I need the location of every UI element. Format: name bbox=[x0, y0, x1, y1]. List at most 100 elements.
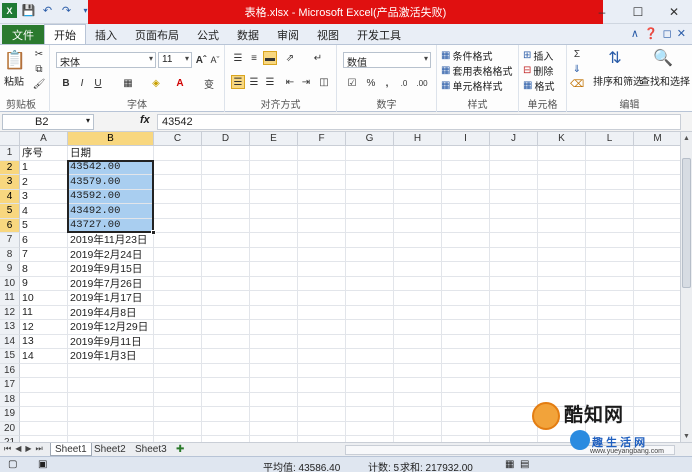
cell-f8[interactable] bbox=[298, 247, 346, 262]
cell-f12[interactable] bbox=[298, 305, 346, 320]
cell-j17[interactable] bbox=[490, 378, 538, 393]
format-as-table-button[interactable]: ▦ 套用表格格式 bbox=[441, 63, 512, 78]
cell-j6[interactable] bbox=[490, 218, 538, 233]
align-top-icon[interactable]: ☰ bbox=[231, 51, 245, 65]
cell-g9[interactable] bbox=[346, 262, 394, 277]
cell-d10[interactable] bbox=[202, 276, 250, 291]
cell-l12[interactable] bbox=[586, 305, 634, 320]
cell-g20[interactable] bbox=[346, 421, 394, 436]
cell-f14[interactable] bbox=[298, 334, 346, 349]
cell-i18[interactable] bbox=[442, 392, 490, 407]
decrease-decimal-icon[interactable]: .00 bbox=[415, 76, 429, 90]
align-middle-icon[interactable]: ≡ bbox=[247, 51, 261, 65]
cell-k4[interactable] bbox=[538, 189, 586, 204]
cell-g6[interactable] bbox=[346, 218, 394, 233]
cell-m7[interactable] bbox=[634, 233, 680, 248]
name-box[interactable]: B2 ▾ bbox=[2, 114, 94, 130]
cell-c6[interactable] bbox=[154, 218, 202, 233]
cell-a14[interactable]: 13 bbox=[20, 334, 68, 349]
cell-c19[interactable] bbox=[154, 407, 202, 422]
cell-c3[interactable] bbox=[154, 175, 202, 190]
cell-i14[interactable] bbox=[442, 334, 490, 349]
cell-j11[interactable] bbox=[490, 291, 538, 306]
cell-a12[interactable]: 11 bbox=[20, 305, 68, 320]
cell-d2[interactable] bbox=[202, 160, 250, 175]
insert-function-icon[interactable]: fx bbox=[140, 114, 150, 126]
cell-a5[interactable]: 4 bbox=[20, 204, 68, 219]
cell-h11[interactable] bbox=[394, 291, 442, 306]
row-header[interactable]: 20 bbox=[0, 421, 20, 436]
cell-c15[interactable] bbox=[154, 349, 202, 364]
row-header[interactable]: 18 bbox=[0, 392, 20, 407]
row-header[interactable]: 3 bbox=[0, 175, 20, 190]
sort-filter-button[interactable]: 排序和筛选 bbox=[593, 73, 643, 88]
save-icon[interactable]: 💾 bbox=[21, 3, 36, 18]
cell-h5[interactable] bbox=[394, 204, 442, 219]
cell-d18[interactable] bbox=[202, 392, 250, 407]
cell-e18[interactable] bbox=[250, 392, 298, 407]
cell-f19[interactable] bbox=[298, 407, 346, 422]
cell-j19[interactable] bbox=[490, 407, 538, 422]
tab-page-layout[interactable]: 页面布局 bbox=[126, 26, 188, 44]
cell-d19[interactable] bbox=[202, 407, 250, 422]
cell-j20[interactable] bbox=[490, 421, 538, 436]
cell-k16[interactable] bbox=[538, 363, 586, 378]
cell-l16[interactable] bbox=[586, 363, 634, 378]
cell-m3[interactable] bbox=[634, 175, 680, 190]
cell-i8[interactable] bbox=[442, 247, 490, 262]
cell-b15[interactable]: 2019年1月3日 bbox=[68, 349, 154, 364]
cell-e7[interactable] bbox=[250, 233, 298, 248]
cell-c13[interactable] bbox=[154, 320, 202, 335]
cell-a20[interactable] bbox=[20, 421, 68, 436]
cell-m13[interactable] bbox=[634, 320, 680, 335]
cell-k12[interactable] bbox=[538, 305, 586, 320]
column-header-i[interactable]: I bbox=[442, 132, 490, 146]
cell-m12[interactable] bbox=[634, 306, 680, 320]
cell-a15[interactable]: 14 bbox=[20, 349, 68, 364]
sheet-tab-sheet3[interactable]: Sheet3 bbox=[131, 443, 171, 456]
prev-sheet-icon[interactable]: ◀ bbox=[15, 444, 21, 454]
paste-icon[interactable]: 📋 bbox=[4, 48, 26, 72]
cell-b1[interactable]: 日期 bbox=[68, 146, 154, 161]
cell-h9[interactable] bbox=[394, 262, 442, 277]
redo-icon[interactable]: ↷ bbox=[59, 3, 74, 18]
cell-g2[interactable] bbox=[346, 160, 394, 175]
cell-k14[interactable] bbox=[538, 334, 586, 349]
cell-c2[interactable] bbox=[154, 160, 202, 175]
row-header[interactable]: 16 bbox=[0, 363, 20, 378]
tab-developer[interactable]: 开发工具 bbox=[348, 26, 410, 44]
worksheet-grid[interactable]: A B C D E F G H I J K L M 1 序号 日期 2 1 43542.00 3 2 43579.00 4 3… bbox=[0, 132, 680, 442]
cell-i3[interactable] bbox=[442, 175, 490, 190]
wrap-text-icon[interactable]: ↵ bbox=[311, 51, 325, 65]
cell-k2[interactable] bbox=[538, 160, 586, 175]
cell-c9[interactable] bbox=[154, 262, 202, 277]
cell-m16[interactable] bbox=[634, 364, 680, 378]
row-header[interactable]: 5 bbox=[0, 204, 20, 219]
font-name-select[interactable]: 宋体 ▾ bbox=[56, 52, 156, 69]
cell-l7[interactable] bbox=[586, 233, 634, 248]
tab-data[interactable]: 数据 bbox=[228, 26, 268, 44]
cell-l13[interactable] bbox=[586, 320, 634, 335]
orientation-icon[interactable]: ⇗ bbox=[283, 51, 297, 65]
cell-l15[interactable] bbox=[586, 349, 634, 364]
cell-l14[interactable] bbox=[586, 334, 634, 349]
column-header-a[interactable]: A bbox=[20, 132, 68, 146]
cell-d15[interactable] bbox=[202, 349, 250, 364]
row-header[interactable]: 9 bbox=[0, 262, 20, 277]
cell-j14[interactable] bbox=[490, 334, 538, 349]
cell-j12[interactable] bbox=[490, 305, 538, 320]
cell-h8[interactable] bbox=[394, 247, 442, 262]
cell-l19[interactable] bbox=[586, 407, 634, 422]
tab-view[interactable]: 视图 bbox=[308, 26, 348, 44]
cell-b7[interactable]: 2019年11月23日 bbox=[68, 233, 154, 248]
tab-file[interactable]: 文件 bbox=[2, 25, 44, 44]
undo-icon[interactable]: ↶ bbox=[40, 3, 55, 18]
cell-j15[interactable] bbox=[490, 349, 538, 364]
cell-i4[interactable] bbox=[442, 189, 490, 204]
tab-formulas[interactable]: 公式 bbox=[188, 26, 228, 44]
cell-m6[interactable] bbox=[634, 219, 680, 233]
cut-icon[interactable]: ✂ bbox=[32, 48, 46, 60]
macro-record-icon[interactable]: ▣ bbox=[38, 459, 47, 470]
cell-m9[interactable] bbox=[634, 262, 680, 277]
cell-l17[interactable] bbox=[586, 378, 634, 393]
